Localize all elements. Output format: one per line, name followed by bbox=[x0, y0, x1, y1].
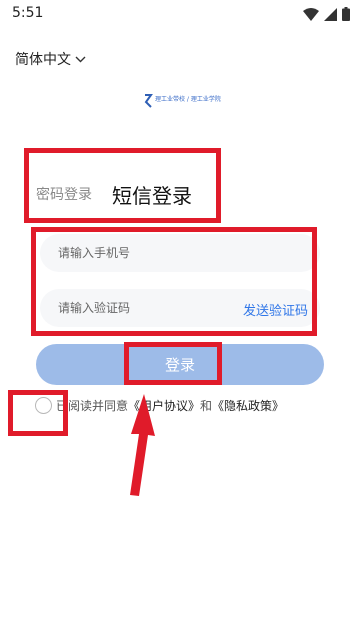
annotation-box-radio bbox=[8, 390, 68, 436]
language-label: 简体中文 bbox=[15, 52, 71, 68]
annotation-arrow-icon bbox=[130, 394, 155, 496]
wifi-icon bbox=[303, 7, 319, 21]
logo-icon bbox=[144, 94, 153, 108]
logo-text: 理工业带校 / 理工业学院 bbox=[155, 96, 221, 103]
language-selector[interactable]: 简体中文 bbox=[15, 49, 86, 69]
annotation-box-login bbox=[124, 342, 222, 385]
status-time: 5:51 bbox=[12, 5, 44, 21]
annotation-box-form bbox=[31, 227, 317, 336]
status-bar: 5:51 bbox=[0, 0, 360, 26]
annotation-box-tabs bbox=[24, 148, 221, 223]
privacy-policy-link[interactable]: 《隐私政策》 bbox=[212, 397, 284, 414]
battery-icon bbox=[342, 7, 350, 21]
chevron-down-icon bbox=[75, 56, 86, 62]
status-icons bbox=[303, 7, 350, 21]
app-logo: 理工业带校 / 理工业学院 bbox=[143, 93, 233, 113]
agreement-and: 和 bbox=[200, 399, 213, 413]
signal-icon bbox=[324, 7, 337, 21]
